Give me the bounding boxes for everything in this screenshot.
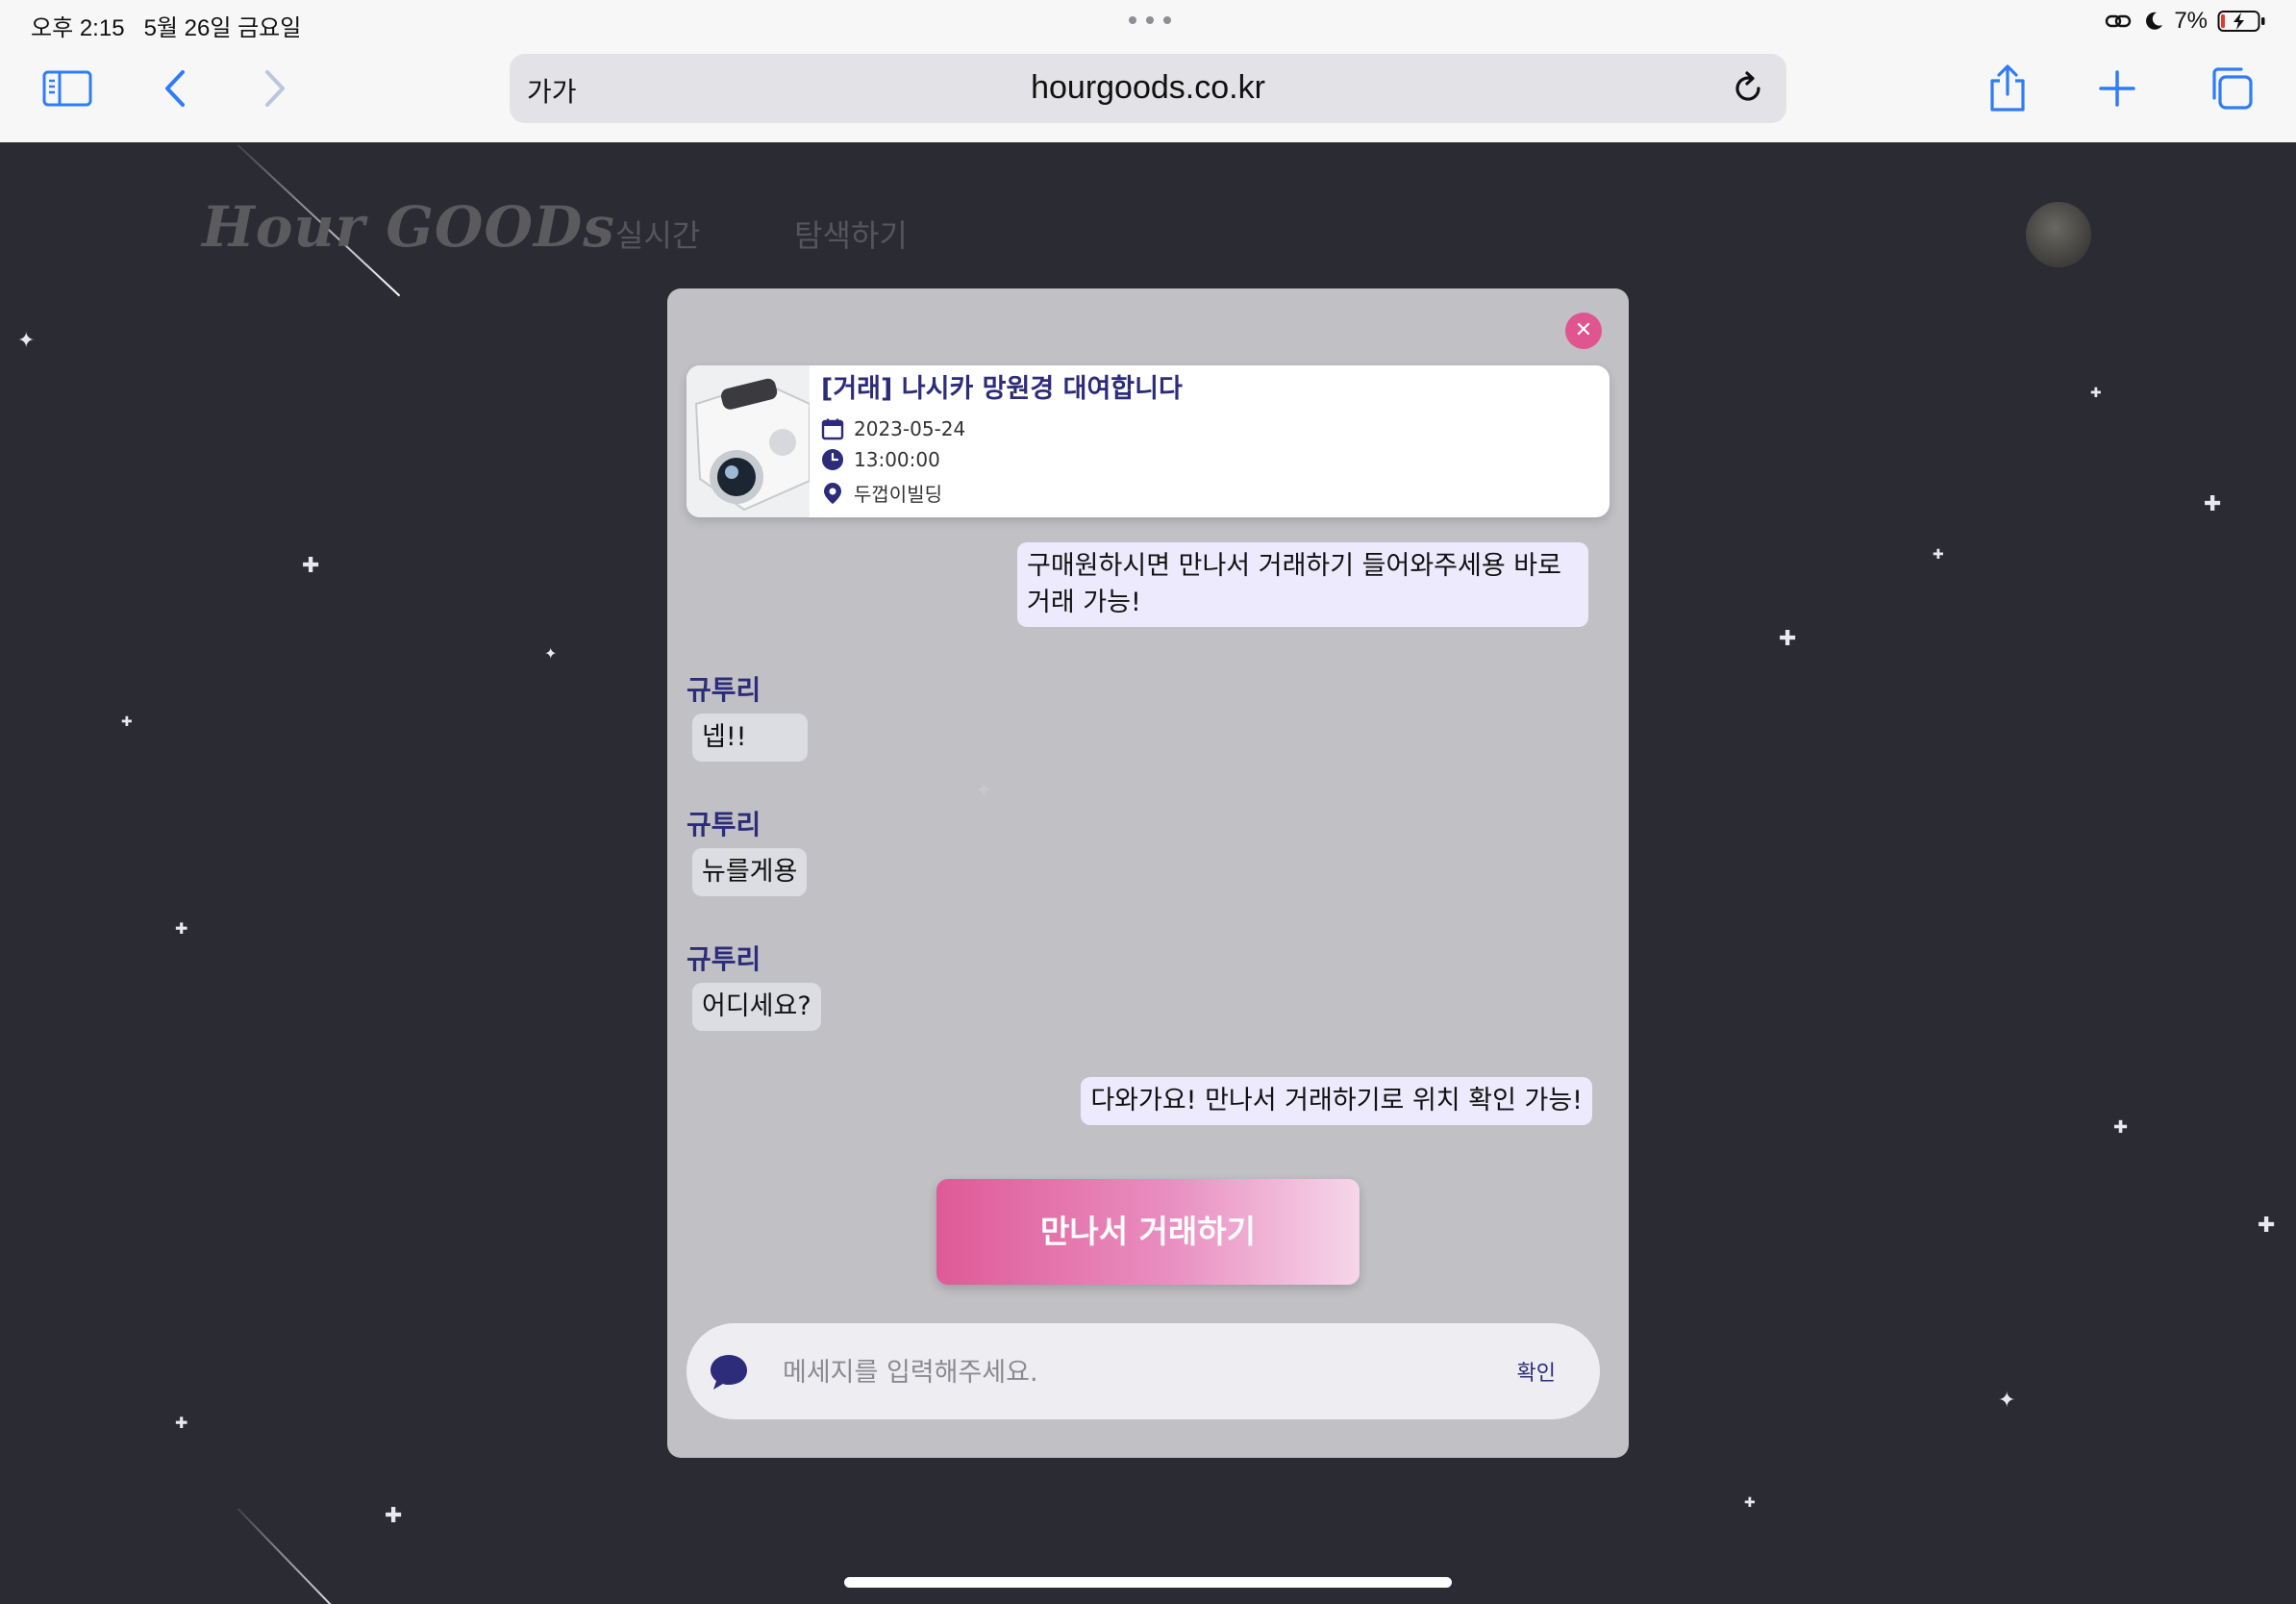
star-decoration: ✚ — [2090, 386, 2102, 401]
reload-icon[interactable] — [1727, 67, 1769, 110]
send-button[interactable]: 확인 — [1517, 1356, 1556, 1387]
product-image — [686, 365, 810, 517]
other-message: 뉴를게용 — [692, 848, 808, 896]
url-text[interactable]: hourgoods.co.kr — [510, 69, 1786, 107]
product-location-row: 두껍이빌딩 — [821, 479, 942, 507]
tabs-icon — [2212, 67, 2253, 110]
shooting-star — [237, 1508, 353, 1604]
moon-icon — [2146, 12, 2163, 30]
product-time: 13:00:00 — [854, 448, 940, 471]
star-decoration: ✚ — [2113, 1117, 2129, 1138]
clock-icon — [822, 449, 843, 470]
back-button[interactable] — [144, 62, 206, 115]
chevron-left-icon — [165, 70, 185, 107]
product-date: 2023-05-24 — [854, 417, 966, 440]
product-location: 두껍이빌딩 — [854, 483, 942, 506]
star-decoration: ✚ — [121, 714, 133, 730]
chat-modal: ✕ [거래] 나시카 망원경 대여합니다 2023-05-24 13:00:00… — [667, 288, 1629, 1458]
star-decoration: ✦ — [544, 644, 558, 663]
other-message: 넵!! — [692, 714, 808, 762]
star-decoration: ✚ — [175, 1414, 188, 1432]
status-time: 오후 2:15 5월 26일 금요일 — [31, 9, 301, 42]
status-clock: 오후 2:15 — [31, 15, 125, 41]
message-text-line: 거래 가능! — [1027, 588, 1141, 617]
browser-toolbar: 가가 hourgoods.co.kr — [0, 44, 2296, 143]
sidebar-toggle-button[interactable] — [37, 62, 98, 115]
user-avatar[interactable] — [2026, 202, 2091, 267]
sidebar-icon — [42, 70, 92, 107]
star-decoration: ✚ — [302, 554, 320, 578]
battery-charging-icon — [2217, 11, 2265, 32]
share-icon — [1990, 64, 2025, 112]
tabs-overview-button[interactable] — [2200, 62, 2261, 115]
status-bar: 오후 2:15 5월 26일 금요일 7% — [0, 0, 2296, 44]
star-decoration: ✦ — [1998, 1389, 2016, 1413]
message-input[interactable] — [781, 1346, 1458, 1398]
other-message: 어디세요? — [692, 983, 821, 1031]
calendar-icon — [821, 418, 844, 440]
plus-icon — [2099, 70, 2135, 107]
star-decoration: ✦ — [17, 329, 36, 353]
sender-name: 규투리 — [686, 943, 761, 975]
product-title: [거래] 나시카 망원경 대여합니다 — [821, 374, 1183, 404]
star-decoration: ✚ — [1779, 627, 1797, 651]
chevron-right-icon — [265, 70, 285, 107]
status-date: 5월 26일 금요일 — [143, 15, 302, 41]
new-tab-button[interactable] — [2086, 62, 2148, 115]
close-button[interactable]: ✕ — [1565, 313, 1602, 349]
meet-trade-button[interactable]: 만나서 거래하기 — [936, 1179, 1360, 1285]
address-bar[interactable]: 가가 hourgoods.co.kr — [510, 54, 1786, 123]
link-icon — [2106, 14, 2132, 28]
star-decoration: ✚ — [2258, 1214, 2276, 1238]
star-decoration: ✚ — [175, 919, 188, 938]
multitasking-dots-icon[interactable] — [1123, 6, 1177, 35]
sender-name: 규투리 — [686, 809, 761, 840]
my-message: 다와가요! 만나서 거래하기로 위치 확인 가능! — [1081, 1077, 1592, 1125]
message-text-line: 구매원하시면 만나서 거래하기 들어와주세용 바로 — [1027, 551, 1561, 581]
my-message: 구매원하시면 만나서 거래하기 들어와주세용 바로 거래 가능! — [1017, 542, 1588, 627]
chat-bubble-icon — [711, 1355, 747, 1390]
star-decoration: ✚ — [385, 1504, 403, 1528]
close-icon: ✕ — [1574, 318, 1593, 342]
share-button[interactable] — [1977, 62, 2038, 115]
location-pin-icon — [824, 482, 841, 504]
nav-explore[interactable]: 탐색하기 — [794, 212, 908, 256]
home-indicator — [844, 1577, 1452, 1588]
sender-name: 규투리 — [686, 674, 761, 706]
product-time-row: 13:00:00 — [821, 448, 940, 471]
product-date-row: 2023-05-24 — [821, 417, 965, 440]
battery-percentage: 7% — [2174, 8, 2208, 34]
forward-button[interactable] — [244, 62, 306, 115]
star-decoration: ✚ — [1933, 547, 1944, 563]
message-input-bar: 확인 — [686, 1323, 1600, 1419]
star-decoration: ✚ — [1744, 1495, 1756, 1511]
site-logo[interactable]: Hour GOODs — [202, 194, 615, 260]
nav-realtime[interactable]: 실시간 — [615, 212, 700, 256]
product-card[interactable]: [거래] 나시카 망원경 대여합니다 2023-05-24 13:00:00 두… — [686, 365, 1610, 517]
star-decoration: ✚ — [2204, 492, 2222, 516]
